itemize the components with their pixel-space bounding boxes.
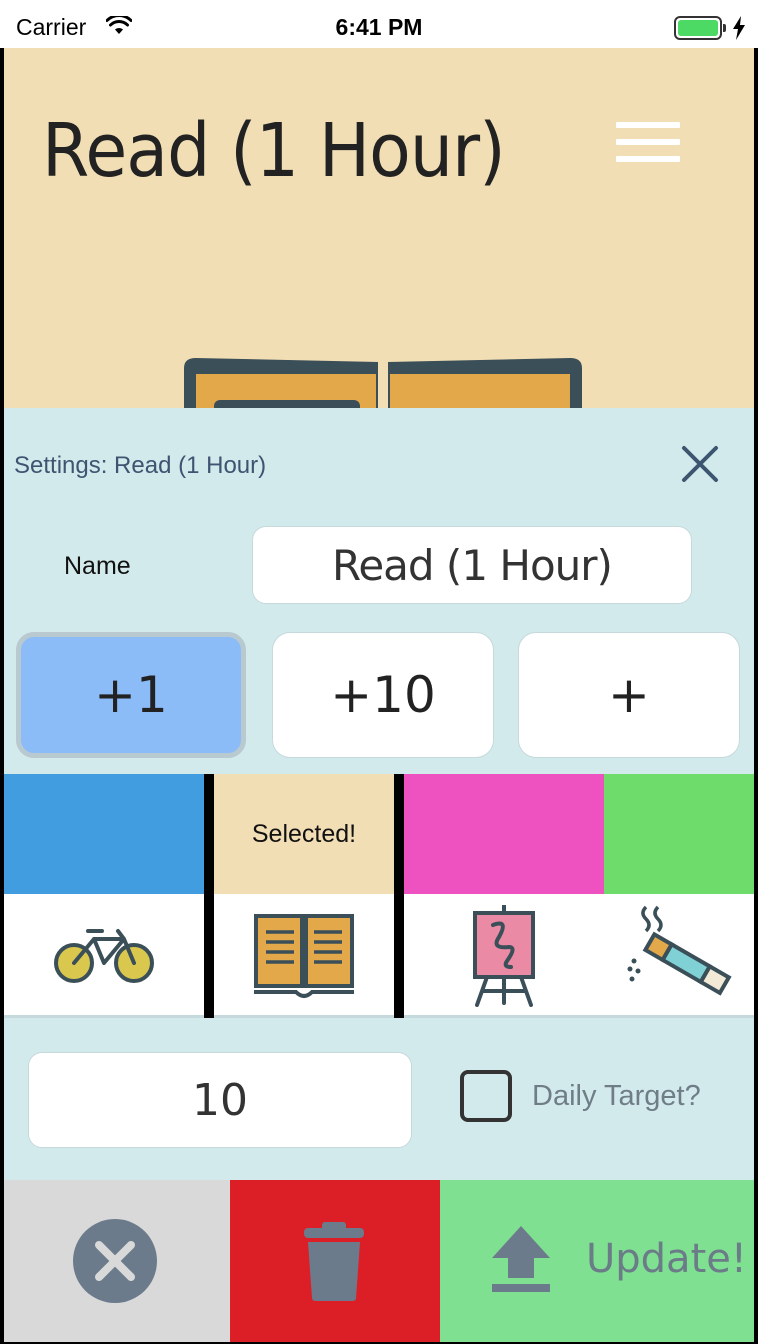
clock: 6:41 PM (335, 14, 423, 40)
action-bar: Update! (4, 1180, 754, 1342)
upload-arrow-icon (492, 1226, 550, 1292)
increment-custom-button[interactable]: + (518, 632, 740, 758)
daily-target-label: Daily Target? (532, 1080, 701, 1112)
status-bar: Carrier 6:41 PM (0, 0, 758, 48)
close-icon[interactable] (680, 444, 720, 484)
swatch-divider (204, 774, 214, 1018)
battery-icon (674, 16, 722, 40)
icon-option-cigarette[interactable] (604, 894, 754, 1015)
color-swatch-pink[interactable] (404, 774, 604, 894)
open-book-icon (254, 913, 354, 998)
daily-target-checkbox[interactable] (460, 1070, 512, 1122)
color-swatch-blue[interactable] (4, 774, 204, 894)
color-swatch-tan[interactable]: Selected! (214, 774, 394, 894)
color-swatch-green[interactable] (604, 774, 754, 894)
cancel-circle-icon (73, 1219, 157, 1303)
easel-painting-icon (473, 904, 535, 1007)
activity-header: Read (1 Hour) (4, 48, 754, 410)
swatch-divider (394, 774, 404, 1018)
bicycle-icon (54, 928, 154, 983)
settings-panel: Settings: Read (1 Hour) Name Read (1 Hou… (4, 408, 754, 1180)
bolt-icon (733, 16, 745, 40)
hamburger-menu-icon[interactable] (616, 122, 680, 168)
activity-title: Read (1 Hour) (42, 108, 506, 194)
target-count-field[interactable]: 10 (28, 1052, 412, 1148)
cigarette-icon (627, 905, 732, 996)
increment-10-button[interactable]: +10 (272, 632, 494, 758)
color-picker: Selected! (4, 774, 754, 894)
icon-option-bicycle[interactable] (4, 894, 204, 1015)
trash-icon (304, 1222, 364, 1301)
battery-tip (723, 24, 726, 32)
cancel-button[interactable] (4, 1180, 230, 1342)
delete-button[interactable] (230, 1180, 440, 1342)
settings-title: Settings: Read (1 Hour) (14, 452, 267, 479)
icon-option-easel[interactable] (404, 894, 604, 1015)
name-field[interactable]: Read (1 Hour) (252, 526, 692, 604)
open-book-icon (184, 358, 582, 410)
update-label: Update! (586, 1236, 747, 1282)
icon-picker (4, 894, 754, 1018)
update-button[interactable]: Update! (440, 1180, 754, 1342)
icon-option-book[interactable] (214, 894, 394, 1015)
increment-1-button[interactable]: +1 (16, 632, 246, 758)
name-label: Name (64, 552, 131, 580)
